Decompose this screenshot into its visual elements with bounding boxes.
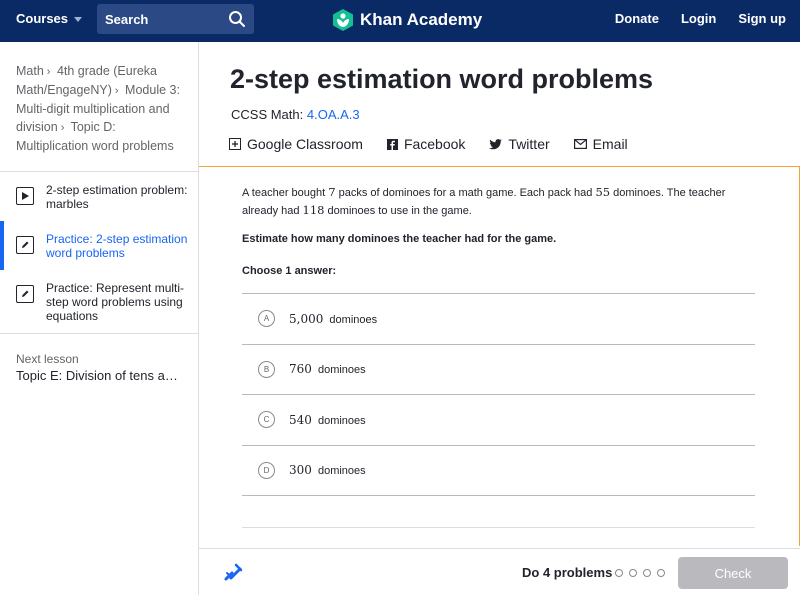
brand-name: Khan Academy [360,10,483,29]
search-input[interactable]: Search [97,4,254,34]
choice-value: 540 [289,412,312,427]
ccss-code-link[interactable]: 4.OA.A.3 [307,107,360,122]
facebook-icon [386,138,398,150]
question-number: 55 [595,185,611,199]
courses-menu-button[interactable]: Courses [16,11,83,26]
ccss-label: CCSS Math: [231,107,304,122]
exercise-panel: A teacher bought 7 packs of dominoes for… [199,166,800,546]
progress-dot [657,569,665,577]
question-prompt: Estimate how many dominoes the teacher h… [242,233,557,245]
choice-letter-badge: C [258,411,275,429]
sidebar-item-label: 2-step estimation problem: marbles [46,183,188,211]
choice-value: 5,000 [289,311,324,326]
chevron-down-icon [74,17,83,22]
answer-choices: A 5,000 dominoes B 760 dominoes C 540 do… [242,293,755,496]
search-label: Search [105,11,149,27]
sidebar-item-label: Practice: 2-step estimation word problem… [46,232,188,260]
twitter-label: Twitter [508,136,550,152]
email-icon [573,139,587,149]
check-button[interactable]: Check [678,557,788,589]
google-classroom-icon [229,138,241,150]
question-number: 118 [302,203,325,217]
choice-value: 760 [289,362,312,377]
choice-unit: dominoes [317,364,366,377]
ccss-standard: CCSS Math: 4.OA.A.3 [231,107,360,122]
play-icon [16,187,34,205]
breadcrumb-chevron-icon: › [46,66,51,78]
choose-label: Choose 1 answer: [242,265,337,277]
lesson-sidebar: Math › 4th grade (Eureka Math/EngageNY) › … [0,42,199,595]
share-bar: Google Classroom Facebook Twitter Email [229,136,628,152]
choice-letter-badge: B [258,360,275,378]
answer-choice-a[interactable]: A 5,000 dominoes [242,294,755,345]
question-number: 7 [328,185,336,199]
google-classroom-button[interactable]: Google Classroom [229,136,363,152]
problem-count-label: Do 4 problems [522,565,613,580]
breadcrumb-chevron-icon: › [114,85,119,97]
question-part: A teacher bought [242,187,329,199]
choice-unit: dominoes [317,414,366,427]
top-navigation-bar: Courses Search Khan Academy Donate Login… [0,0,800,42]
choice-text: 300 dominoes [289,463,366,477]
courses-label: Courses [16,11,69,26]
question-part: packs of dominoes for a math game. Each … [335,187,596,199]
progress-dot [615,569,623,577]
choice-unit: dominoes [317,465,366,478]
lesson-items-list: 2-step estimation problem: marbles Pract… [0,171,198,333]
pencil-icon [16,285,34,303]
next-lesson-label: Next lesson [16,352,79,366]
sidebar-item-label: Practice: Represent multi-step word prob… [46,281,185,323]
choice-text: 760 dominoes [289,362,366,376]
sign-up-link[interactable]: Sign up [738,11,786,26]
exercise-footer: Do 4 problems Check [199,548,800,595]
donate-link[interactable]: Donate [615,11,659,26]
twitter-button[interactable]: Twitter [489,136,550,152]
answer-choice-b[interactable]: B 760 dominoes [242,345,755,395]
facebook-label: Facebook [403,136,466,152]
sidebar-item-practice-represent[interactable]: Practice: Represent multi-step word prob… [0,270,198,333]
breadcrumb: Math › 4th grade (Eureka Math/EngageNY) › … [0,42,198,171]
progress-dot [643,569,651,577]
choice-text: 5,000 dominoes [289,312,377,326]
scratchpad-icon[interactable] [223,561,245,583]
choice-value: 300 [289,463,312,478]
breadcrumb-chevron-icon: › [60,122,65,134]
khan-academy-logo[interactable]: Khan Academy [332,8,482,32]
sidebar-item-video-marbles[interactable]: 2-step estimation problem: marbles [0,172,198,221]
facebook-button[interactable]: Facebook [386,136,466,152]
choice-letter-badge: D [258,461,275,479]
email-label: Email [592,136,628,152]
login-link[interactable]: Login [681,11,716,26]
answer-choice-c[interactable]: C 540 dominoes [242,395,755,446]
progress-dots [615,569,665,577]
sidebar-item-practice-estimation[interactable]: Practice: 2-step estimation word problem… [0,221,198,270]
search-icon [229,11,245,27]
breadcrumb-math[interactable]: Math [16,64,44,78]
choice-unit: dominoes [329,313,378,326]
choice-text: 540 dominoes [289,413,366,427]
next-lesson-section: Next lesson Topic E: Division of tens an… [0,333,198,401]
next-lesson-link[interactable]: Topic E: Division of tens and ones with … [16,368,182,383]
twitter-icon [489,138,503,149]
answer-choice-d[interactable]: D 300 dominoes [242,446,755,496]
choice-letter-badge: A [258,310,275,328]
page-title: 2-step estimation word problems [230,64,654,94]
email-button[interactable]: Email [573,136,628,152]
google-classroom-label: Google Classroom [247,136,363,152]
progress-dot [629,569,637,577]
khan-academy-leaf-icon [333,9,353,31]
pencil-icon [16,236,34,254]
account-nav: Donate Login Sign up [615,11,786,26]
question-text: A teacher bought 7 packs of dominoes for… [242,184,754,220]
divider [242,527,755,528]
question-part: dominoes to use in the game. [324,205,472,217]
